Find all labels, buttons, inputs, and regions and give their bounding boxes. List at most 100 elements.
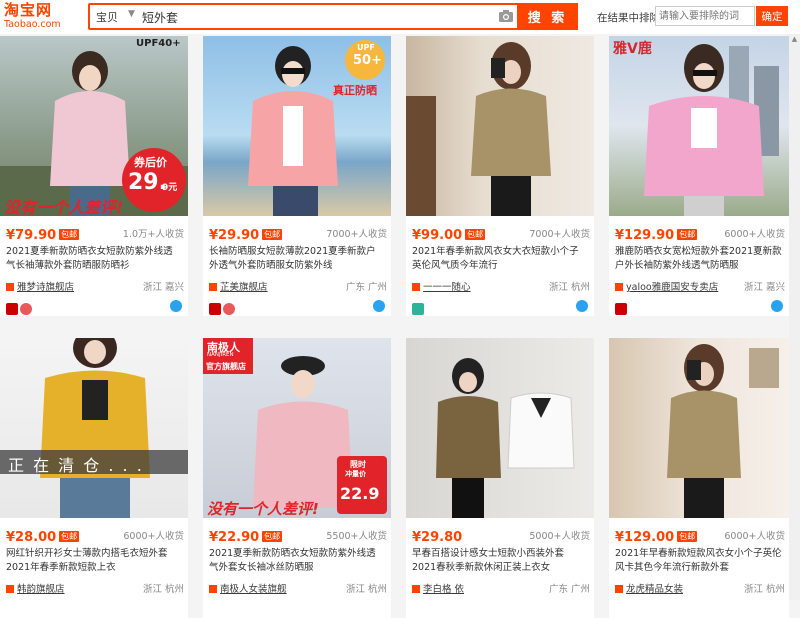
tmall-icon[interactable] bbox=[615, 303, 627, 315]
shop-name[interactable]: yaloo雅鹿国安专卖店 bbox=[626, 282, 718, 293]
chevron-down-icon[interactable]: ▼ bbox=[128, 9, 135, 19]
product-title[interactable]: 网红针织开衫女士薄款内搭毛衣短外套2021年春季新款短款上衣 bbox=[6, 547, 182, 575]
shop-name[interactable]: 李白格 依 bbox=[423, 584, 464, 595]
shop-name[interactable]: 芷美旗舰店 bbox=[220, 282, 268, 293]
product-card[interactable]: ¥99.00 包邮 7000+人收货 2021年春季新款风衣女大衣短款小个子英伦风… bbox=[406, 36, 594, 316]
top-search-bar: 淘宝网 Taobao.com 宝贝 ▼ 搜 索 在结果中排除 确定 bbox=[0, 0, 800, 34]
search-scope-select[interactable]: 宝贝 bbox=[96, 9, 118, 25]
free-shipping-badge: 包邮 bbox=[59, 229, 80, 240]
shop-name[interactable]: 雅梦诗旗舰店 bbox=[17, 282, 74, 293]
taobao-seller-icon[interactable] bbox=[412, 303, 424, 315]
shop-name[interactable]: 一一一随心 bbox=[423, 282, 471, 293]
shop-name[interactable]: 南极人女装旗舰 bbox=[220, 584, 287, 595]
price-row: ¥129.00 包邮 6000+人收货 bbox=[615, 526, 785, 545]
location: 广东 广州 bbox=[345, 282, 387, 293]
product-title[interactable]: 2021夏季新款防晒衣女短款防紫外线透气长袖薄款外套防晒服防晒衫 bbox=[6, 245, 182, 273]
product-photo bbox=[667, 344, 779, 518]
product-image[interactable]: 正 在 清 仓 . . . bbox=[0, 338, 188, 518]
product-card[interactable]: UPF 50+ 真正防晒 ¥29.90 包邮 7000+人收货 长袖防晒服女短款薄… bbox=[203, 36, 391, 316]
product-card[interactable]: UPF40+ 券后价 29. 9元 没有一个人差评! ¥79.90 包邮 1.0万… bbox=[0, 36, 188, 316]
slogan-text: 没有一个人差评! bbox=[207, 500, 319, 518]
location: 广东 广州 bbox=[548, 584, 590, 595]
price-row: ¥29.80 5000+人收货 bbox=[412, 526, 590, 545]
wangwang-chat-icon[interactable] bbox=[373, 300, 385, 312]
price-row: ¥99.00 包邮 7000+人收货 bbox=[412, 224, 590, 243]
scroll-up-arrow[interactable]: ▲ bbox=[789, 34, 800, 45]
product-photo bbox=[644, 44, 779, 216]
badge-row bbox=[412, 300, 590, 315]
gold-seller-icon[interactable] bbox=[223, 303, 235, 315]
location: 浙江 杭州 bbox=[142, 584, 184, 595]
product-card[interactable]: 正 在 清 仓 . . . ¥28.00 包邮 6000+人收货 网红针织开衫女士… bbox=[0, 338, 188, 618]
product-image[interactable]: UPF40+ 券后价 29. 9元 没有一个人差评! bbox=[0, 36, 188, 216]
free-shipping-badge: 包邮 bbox=[465, 229, 486, 240]
wangwang-chat-icon[interactable] bbox=[170, 300, 182, 312]
product-image[interactable] bbox=[406, 36, 594, 216]
coupon-label: 券后价 bbox=[134, 156, 167, 169]
shop-icon bbox=[615, 283, 623, 291]
shop-name[interactable]: 龙虎精品女装 bbox=[626, 584, 683, 595]
product-price: ¥28.00 bbox=[6, 530, 57, 545]
limited-sub: 冲量价 bbox=[345, 470, 366, 478]
sales-count: 7000+人收货 bbox=[529, 229, 590, 240]
price-row: ¥28.00 包邮 6000+人收货 bbox=[6, 526, 184, 545]
product-card[interactable]: ¥129.00 包邮 6000+人收货 2021年早春新款短款风衣女小个子英伦风卡… bbox=[609, 338, 789, 618]
gold-seller-icon[interactable] bbox=[20, 303, 32, 315]
product-title[interactable]: 2021夏季新款防晒衣女短款防紫外线透气外套女长袖冰丝防晒服 bbox=[209, 547, 385, 575]
exclude-label: 在结果中排除 bbox=[597, 12, 660, 24]
free-shipping-badge: 包邮 bbox=[262, 229, 283, 240]
product-title[interactable]: 雅鹿防晒衣女宽松短款外套2021夏新款户外长袖防紫外线透气防晒服 bbox=[615, 245, 785, 273]
price-row: ¥22.90 包邮 5500+人收货 bbox=[209, 526, 387, 545]
exclude-confirm-button[interactable]: 确定 bbox=[756, 6, 788, 26]
badge-row bbox=[615, 300, 785, 315]
location: 浙江 杭州 bbox=[345, 584, 387, 595]
tmall-icon[interactable] bbox=[209, 303, 221, 315]
product-image[interactable]: 雅V鹿 bbox=[609, 36, 789, 216]
clearance-text: 正 在 清 仓 . . . bbox=[8, 456, 144, 475]
shop-row: 龙虎精品女装 浙江 杭州 bbox=[615, 581, 785, 595]
price-row: ¥29.90 包邮 7000+人收货 bbox=[209, 224, 387, 243]
shop-row: 芷美旗舰店 广东 广州 bbox=[209, 279, 387, 293]
sales-count: 1.0万+人收货 bbox=[122, 229, 184, 240]
badge-row bbox=[6, 300, 184, 315]
coupon-badge: 券后价 29. 9元 bbox=[122, 148, 186, 212]
sales-count: 7000+人收货 bbox=[326, 229, 387, 240]
shop-row: yaloo雅鹿国安专卖店 浙江 嘉兴 bbox=[615, 279, 785, 293]
tmall-icon[interactable] bbox=[6, 303, 18, 315]
product-image[interactable]: UPF 50+ 真正防晒 bbox=[203, 36, 391, 216]
shop-row: 李白格 依 广东 广州 bbox=[412, 581, 590, 595]
brand-logo: 雅V鹿 bbox=[613, 41, 652, 57]
scrollbar[interactable]: ▲ bbox=[789, 34, 800, 600]
product-title[interactable]: 2021年春季新款风衣女大衣短款小个子英伦风气质今年流行 bbox=[412, 245, 588, 273]
clearance-banner: 正 在 清 仓 . . . bbox=[0, 450, 188, 475]
upf-number: 50+ bbox=[353, 53, 382, 68]
exclude-input[interactable] bbox=[655, 6, 755, 26]
product-card[interactable]: 雅V鹿 ¥129.90 包邮 6000+人收货 雅鹿防晒衣女宽松短款外套2021夏… bbox=[609, 36, 789, 316]
shop-icon bbox=[412, 283, 420, 291]
brand-badge: 南极人 NANJIREN 官方旗舰店 bbox=[203, 338, 253, 374]
product-card[interactable]: 南极人 NANJIREN 官方旗舰店 限时 冲量价 22.9 没有一个人差评! … bbox=[203, 338, 391, 618]
product-title[interactable]: 2021年早春新款短款风衣女小个子英伦风卡其色今年流行新款外套 bbox=[615, 547, 785, 575]
search-button[interactable]: 搜 索 bbox=[517, 3, 578, 30]
product-image[interactable] bbox=[406, 338, 594, 518]
shop-row: 一一一随心 浙江 杭州 bbox=[412, 279, 590, 293]
product-photo bbox=[40, 338, 150, 518]
product-image[interactable]: 南极人 NANJIREN 官方旗舰店 限时 冲量价 22.9 没有一个人差评! bbox=[203, 338, 391, 518]
search-input[interactable] bbox=[142, 8, 522, 26]
taobao-logo[interactable]: 淘宝网 Taobao.com bbox=[4, 2, 84, 32]
product-price: ¥129.00 bbox=[615, 530, 675, 545]
shop-icon bbox=[412, 585, 420, 593]
sales-count: 5000+人收货 bbox=[529, 531, 590, 542]
official-store: 官方旗舰店 bbox=[206, 362, 246, 371]
logo-text: 淘宝网 bbox=[4, 1, 53, 19]
shop-name[interactable]: 韩韵旗舰店 bbox=[17, 584, 65, 595]
product-title[interactable]: 早春百搭设计感女士短款小西装外套2021春秋季新款休闲正装上衣女 bbox=[412, 547, 588, 575]
product-title[interactable]: 长袖防晒服女短款薄款2021夏季新款户外透气外套防晒服女防紫外线 bbox=[209, 245, 385, 273]
camera-icon[interactable] bbox=[498, 9, 514, 23]
wangwang-chat-icon[interactable] bbox=[576, 300, 588, 312]
wangwang-chat-icon[interactable] bbox=[771, 300, 783, 312]
price-row: ¥79.90 包邮 1.0万+人收货 bbox=[6, 224, 184, 243]
location: 浙江 杭州 bbox=[548, 282, 590, 293]
product-card[interactable]: ¥29.80 5000+人收货 早春百搭设计感女士短款小西装外套2021春秋季新… bbox=[406, 338, 594, 618]
product-image[interactable] bbox=[609, 338, 789, 518]
